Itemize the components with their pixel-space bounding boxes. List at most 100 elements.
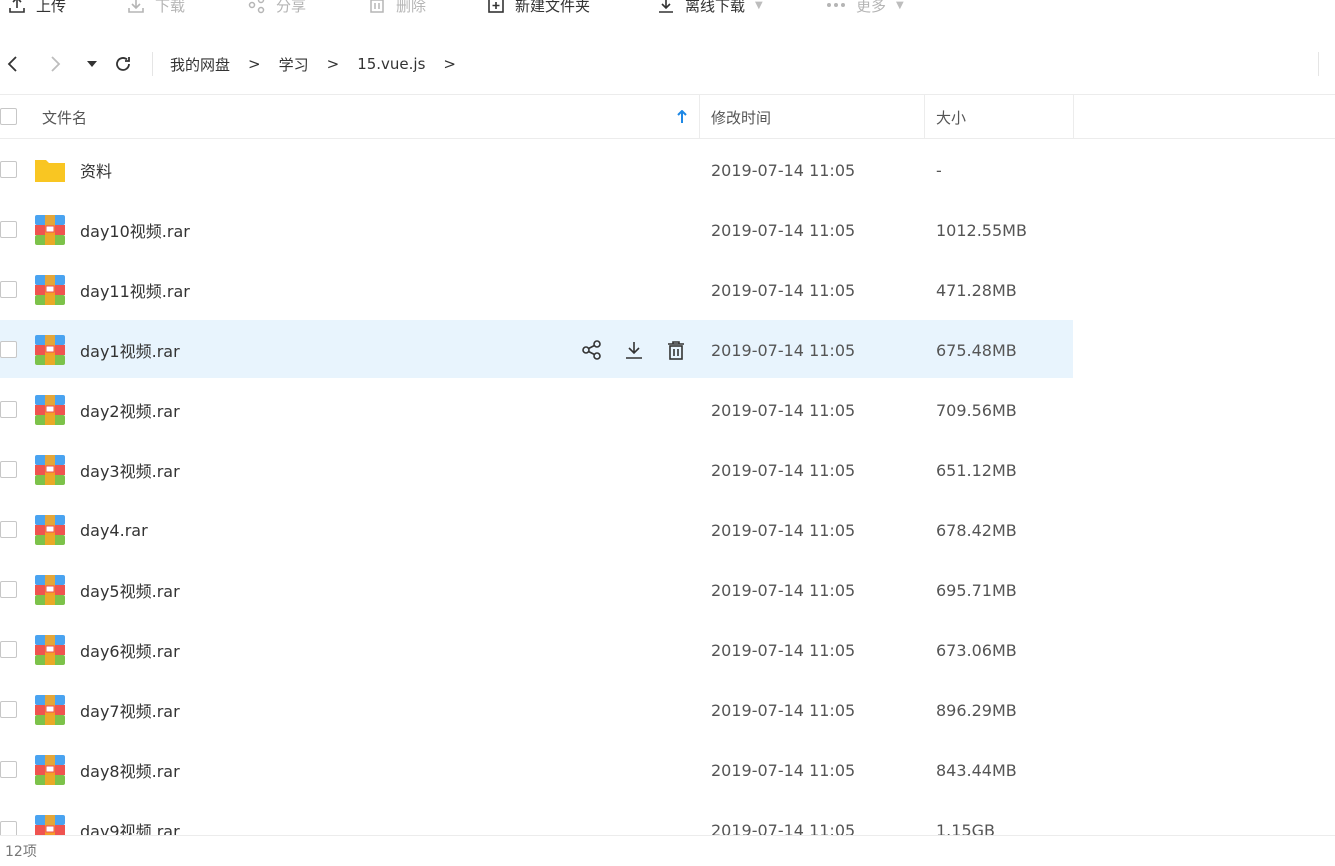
modified-time: 2019-07-14 11:05: [711, 700, 856, 720]
chevron-right-icon[interactable]: [46, 52, 66, 76]
archive-icon: [34, 814, 66, 835]
modified-time: 2019-07-14 11:05: [711, 340, 856, 360]
delete-button[interactable]: 删除: [366, 0, 426, 24]
file-size: 709.56MB: [936, 400, 1017, 420]
modified-time: 2019-07-14 11:05: [711, 280, 856, 300]
more-button[interactable]: 更多 ▼: [826, 0, 904, 24]
row-checkbox[interactable]: [0, 461, 17, 478]
breadcrumb-separator: >: [443, 55, 456, 73]
row-checkbox[interactable]: [0, 821, 17, 835]
breadcrumb-separator: >: [248, 55, 261, 73]
share-button[interactable]: 分享: [246, 0, 306, 24]
row-checkbox[interactable]: [0, 581, 17, 598]
file-size: -: [936, 160, 942, 180]
sort-up-arrow-icon[interactable]: [676, 109, 688, 125]
breadcrumb-item-root[interactable]: 我的网盘: [170, 54, 230, 75]
file-size: 1.15GB: [936, 820, 995, 836]
row-checkbox[interactable]: [0, 221, 17, 238]
table-row[interactable]: day1视频.rar 2019-07-14 11:05 675.48MB: [0, 320, 1335, 380]
modified-time: 2019-07-14 11:05: [711, 460, 856, 480]
file-manager-window: 上传 下载 分享 删除 新建文件夹 离线下载 ▼ 更多 ▼ 我的网盘 > 学习 …: [0, 0, 1335, 866]
navigation-bar: 我的网盘 > 学习 > 15.vue.js >: [0, 34, 1335, 94]
file-name[interactable]: day9视频.rar: [80, 800, 180, 835]
row-checkbox[interactable]: [0, 401, 17, 418]
share-icon[interactable]: [580, 338, 604, 362]
file-name[interactable]: day5视频.rar: [80, 560, 180, 620]
file-size: 1012.55MB: [936, 220, 1027, 240]
file-name[interactable]: day8视频.rar: [80, 740, 180, 800]
row-checkbox[interactable]: [0, 161, 17, 178]
file-name[interactable]: day3视频.rar: [80, 440, 180, 500]
column-divider[interactable]: [699, 95, 700, 139]
item-count: 12项: [5, 844, 37, 860]
upload-button[interactable]: 上传: [6, 0, 66, 24]
table-row[interactable]: 资料 2019-07-14 11:05 -: [0, 140, 1335, 200]
trash-icon[interactable]: [664, 338, 688, 362]
row-checkbox[interactable]: [0, 641, 17, 658]
file-size: 843.44MB: [936, 760, 1017, 780]
download-icon: [125, 0, 147, 16]
select-all-checkbox[interactable]: [0, 108, 17, 125]
file-name[interactable]: day11视频.rar: [80, 260, 190, 320]
offline-download-button[interactable]: 离线下载 ▼: [655, 0, 763, 24]
modified-time: 2019-07-14 11:05: [711, 760, 856, 780]
modified-time: 2019-07-14 11:05: [711, 580, 856, 600]
table-row[interactable]: day6视频.rar 2019-07-14 11:05 673.06MB: [0, 620, 1335, 680]
column-header-modified[interactable]: 修改时间: [711, 95, 923, 139]
table-row[interactable]: day4.rar 2019-07-14 11:05 678.42MB: [0, 500, 1335, 560]
file-size: 695.71MB: [936, 580, 1017, 600]
delete-label: 删除: [396, 0, 427, 15]
table-row[interactable]: day11视频.rar 2019-07-14 11:05 471.28MB: [0, 260, 1335, 320]
modified-time: 2019-07-14 11:05: [711, 820, 856, 836]
table-row[interactable]: day10视频.rar 2019-07-14 11:05 1012.55MB: [0, 200, 1335, 260]
column-header-name[interactable]: 文件名: [42, 95, 698, 139]
file-name[interactable]: day6视频.rar: [80, 620, 180, 680]
file-size: 673.06MB: [936, 640, 1017, 660]
column-header-size[interactable]: 大小: [936, 95, 1072, 139]
new-folder-label: 新建文件夹: [515, 0, 591, 15]
file-name[interactable]: day7视频.rar: [80, 680, 180, 740]
row-checkbox[interactable]: [0, 521, 17, 538]
table-row[interactable]: day3视频.rar 2019-07-14 11:05 651.12MB: [0, 440, 1335, 500]
table-row[interactable]: day2视频.rar 2019-07-14 11:05 709.56MB: [0, 380, 1335, 440]
archive-icon: [34, 394, 66, 426]
download-icon[interactable]: [622, 338, 646, 362]
file-name[interactable]: 资料: [80, 140, 112, 200]
table-row[interactable]: day7视频.rar 2019-07-14 11:05 896.29MB: [0, 680, 1335, 740]
file-name[interactable]: day1视频.rar: [80, 320, 180, 380]
breadcrumb-item-study[interactable]: 学习: [279, 54, 309, 75]
file-name[interactable]: day2视频.rar: [80, 380, 180, 440]
table-row[interactable]: day9视频.rar 2019-07-14 11:05 1.15GB: [0, 800, 1335, 835]
archive-icon: [34, 754, 66, 786]
status-bar: 12项: [0, 835, 1335, 866]
chevron-left-icon[interactable]: [2, 52, 22, 76]
column-header-size-label: 大小: [936, 108, 967, 127]
breadcrumb-item-vuejs[interactable]: 15.vue.js: [357, 55, 425, 73]
row-checkbox[interactable]: [0, 701, 17, 718]
table-row[interactable]: day5视频.rar 2019-07-14 11:05 695.71MB: [0, 560, 1335, 620]
table-row[interactable]: day8视频.rar 2019-07-14 11:05 843.44MB: [0, 740, 1335, 800]
toolbar: 上传 下载 分享 删除 新建文件夹 离线下载 ▼ 更多 ▼: [0, 0, 1335, 24]
file-name[interactable]: day4.rar: [80, 500, 148, 560]
column-divider[interactable]: [924, 95, 925, 139]
row-actions: [580, 338, 688, 362]
archive-icon: [34, 274, 66, 306]
modified-time: 2019-07-14 11:05: [711, 160, 856, 180]
row-checkbox[interactable]: [0, 341, 17, 358]
download-button[interactable]: 下载: [125, 0, 185, 24]
column-divider[interactable]: [1073, 95, 1074, 139]
file-list: 资料 2019-07-14 11:05 - day10视频.rar 2019-0…: [0, 140, 1335, 835]
trash-icon: [366, 0, 388, 16]
column-header-name-label: 文件名: [42, 108, 88, 127]
folder-icon: [34, 154, 66, 186]
refresh-icon[interactable]: [111, 52, 135, 76]
row-checkbox[interactable]: [0, 281, 17, 298]
caret-down-icon[interactable]: [84, 54, 100, 74]
column-header-modified-label: 修改时间: [711, 108, 772, 127]
row-checkbox[interactable]: [0, 761, 17, 778]
more-icon: [826, 0, 846, 16]
file-name[interactable]: day10视频.rar: [80, 200, 190, 260]
breadcrumb: 我的网盘 > 学习 > 15.vue.js >: [170, 34, 474, 94]
new-folder-button[interactable]: 新建文件夹: [485, 0, 590, 24]
file-size: 471.28MB: [936, 280, 1017, 300]
